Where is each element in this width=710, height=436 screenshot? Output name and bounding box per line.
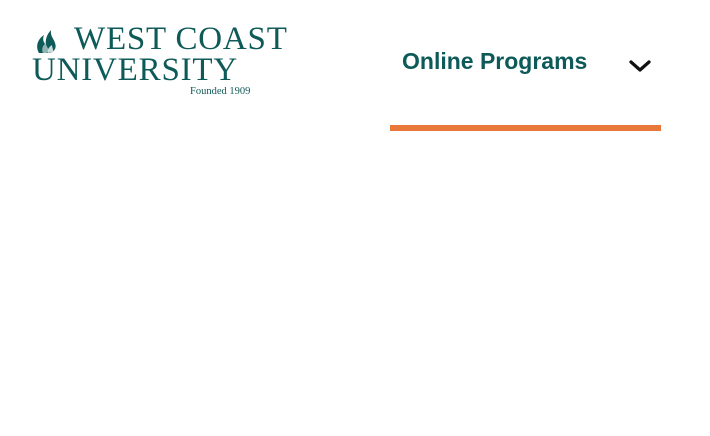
online-programs-label: Online Programs [402, 48, 588, 74]
logo-founded-text: Founded 1909 [190, 86, 251, 97]
online-programs-dropdown[interactable]: Online Programs [390, 40, 661, 88]
chevron-down-icon[interactable] [628, 58, 652, 74]
active-nav-underline [390, 125, 661, 131]
logo-text-line1: WEST COAST [74, 21, 288, 57]
flame-icon [37, 30, 56, 53]
logo-text-line2: UNIVERSITY [32, 52, 238, 88]
university-logo[interactable]: WEST COAST UNIVERSITY Founded 1909 [32, 22, 312, 102]
site-header: WEST COAST UNIVERSITY Founded 1909 Onlin… [0, 0, 710, 140]
